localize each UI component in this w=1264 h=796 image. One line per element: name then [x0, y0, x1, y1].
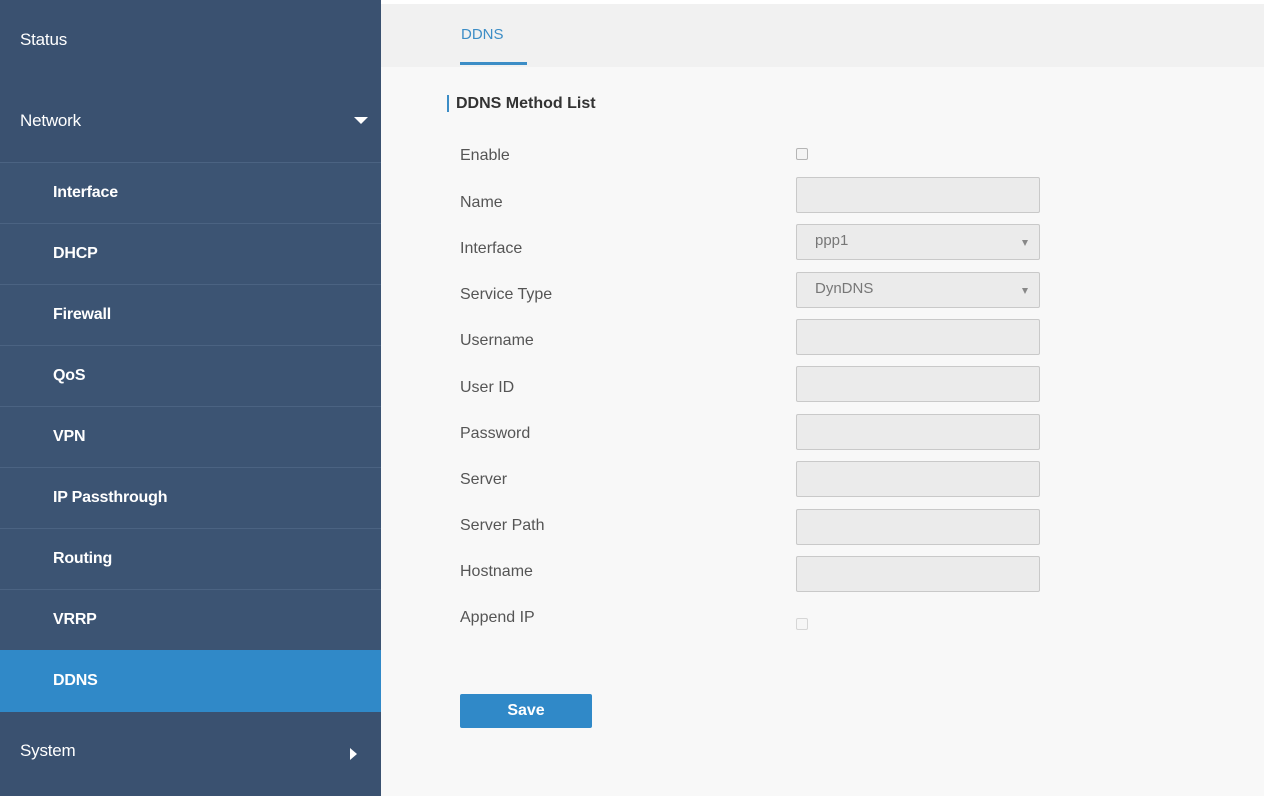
sidebar-item-firewall[interactable]: Firewall	[0, 284, 381, 345]
password-input[interactable]	[796, 414, 1040, 450]
sidebar-item-interface[interactable]: Interface	[0, 162, 381, 223]
name-label: Name	[460, 194, 503, 211]
sidebar-item-qos[interactable]: QoS	[0, 345, 381, 406]
enable-label: Enable	[460, 147, 510, 164]
hostname-input[interactable]	[796, 556, 1040, 592]
sidebar-item-routing[interactable]: Routing	[0, 528, 381, 589]
server-input[interactable]	[796, 461, 1040, 497]
service-type-select[interactable]: DynDNS	[796, 272, 1040, 308]
sidebar-item-label: Firewall	[53, 306, 111, 323]
sidebar-item-label: Interface	[53, 184, 118, 201]
main-content: DDNS Method List Enable Name Interface p…	[381, 67, 1264, 796]
sidebar-item-label: DDNS	[53, 672, 98, 689]
username-input[interactable]	[796, 319, 1040, 355]
hostname-label: Hostname	[460, 563, 533, 580]
sidebar-item-vrrp[interactable]: VRRP	[0, 589, 381, 650]
sidebar-item-label: Routing	[53, 550, 113, 567]
server-label: Server	[460, 471, 508, 488]
server-path-label: Server Path	[460, 517, 545, 534]
tab-bar: DDNS	[381, 4, 1264, 67]
sidebar-item-ddns[interactable]: DDNS	[0, 650, 381, 712]
sidebar-item-status[interactable]: Status	[0, 0, 381, 80]
server-path-input[interactable]	[796, 509, 1040, 545]
append-ip-checkbox[interactable]	[796, 618, 808, 630]
sidebar-item-network[interactable]: Network	[0, 80, 381, 162]
username-label: Username	[460, 332, 534, 349]
sidebar-item-label: VPN	[53, 428, 86, 445]
sidebar-item-label: System	[20, 741, 76, 760]
service-type-label: Service Type	[460, 286, 553, 303]
dropdown-caret-icon	[1022, 240, 1028, 246]
sidebar-item-label: Network	[20, 111, 81, 130]
name-input[interactable]	[796, 177, 1040, 213]
dropdown-caret-icon	[1022, 288, 1028, 294]
sidebar-item-vpn[interactable]: VPN	[0, 406, 381, 467]
sidebar-item-ip-passthrough[interactable]: IP Passthrough	[0, 467, 381, 528]
sidebar-nav: Status Network Interface DHCP Firewall Q…	[0, 0, 381, 796]
userid-label: User ID	[460, 379, 515, 396]
chevron-down-icon	[354, 117, 368, 124]
enable-checkbox[interactable]	[796, 148, 808, 160]
save-button-label: Save	[507, 702, 545, 719]
save-button[interactable]: Save	[460, 694, 592, 728]
sidebar-item-label: DHCP	[53, 245, 98, 262]
interface-select-value: ppp1	[815, 232, 849, 249]
interface-select[interactable]: ppp1	[796, 224, 1040, 260]
userid-input[interactable]	[796, 366, 1040, 402]
interface-label: Interface	[460, 240, 523, 257]
section-title: DDNS Method List	[456, 95, 596, 112]
service-type-select-value: DynDNS	[815, 280, 874, 297]
sidebar-item-label: QoS	[53, 367, 86, 384]
password-label: Password	[460, 425, 531, 442]
sidebar-item-system[interactable]: System	[0, 712, 381, 796]
sidebar-item-label: IP Passthrough	[53, 489, 168, 506]
tab-ddns[interactable]: DDNS	[461, 26, 504, 43]
sidebar-item-label: VRRP	[53, 611, 97, 628]
sidebar-item-dhcp[interactable]: DHCP	[0, 223, 381, 284]
tab-active-indicator	[460, 62, 527, 65]
append-ip-label: Append IP	[460, 609, 535, 626]
chevron-right-icon	[350, 748, 357, 760]
sidebar-item-label: Status	[20, 30, 67, 49]
